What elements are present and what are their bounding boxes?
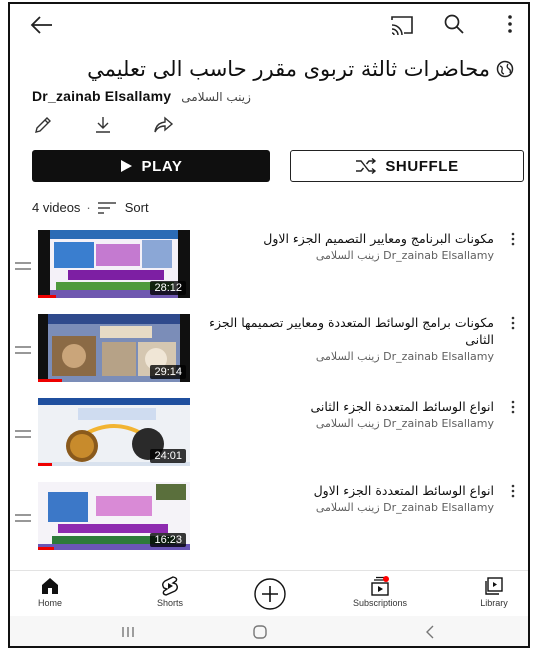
- drag-handle-icon[interactable]: [14, 512, 32, 524]
- video-channel: زينب السلامى Dr_zainab Elsallamy: [315, 350, 494, 363]
- sort-icon: [97, 201, 116, 214]
- nav-shorts-label: Shorts: [156, 598, 183, 608]
- video-thumbnail[interactable]: 24:01: [38, 398, 190, 466]
- video-title: انواع الوسائط المتعددة الجزء الثانى: [310, 399, 494, 414]
- video-count: 4 videos: [32, 200, 81, 215]
- back-system-icon[interactable]: [420, 622, 440, 642]
- shorts-icon: [162, 576, 178, 596]
- nav-library-label: Library: [480, 598, 508, 608]
- separator-dot: ·: [86, 200, 91, 215]
- home-icon: [42, 578, 58, 594]
- shuffle-label: SHUFFLE: [385, 157, 459, 175]
- search-icon[interactable]: [442, 12, 466, 36]
- playlist-title-row: محاضرات ثالثة تربوى مقرر حاسب الى تعليمي: [14, 56, 514, 82]
- top-bar: [10, 4, 528, 46]
- watch-progress-bar: [38, 547, 54, 550]
- nav-subscriptions-label: Subscriptions: [352, 598, 408, 608]
- drag-handle-icon[interactable]: [14, 428, 32, 440]
- sort-label: Sort: [124, 200, 149, 215]
- share-icon[interactable]: [152, 114, 174, 136]
- subscriptions-icon: [371, 576, 389, 596]
- video-channel: زينب السلامى Dr_zainab Elsallamy: [315, 249, 494, 262]
- video-list: 28:12 مكونات البرنامج ومعايير التصميم ال…: [10, 226, 528, 562]
- list-header: 4 videos · Sort: [32, 200, 149, 215]
- play-icon: [121, 160, 133, 172]
- video-thumbnail[interactable]: 28:12: [38, 230, 190, 298]
- play-all-button[interactable]: PLAY: [32, 150, 270, 182]
- video-item[interactable]: 28:12 مكونات البرنامج ومعايير التصميم ال…: [10, 226, 528, 310]
- nav-shorts[interactable]: Shorts: [120, 575, 220, 608]
- download-icon[interactable]: [92, 114, 114, 136]
- owner-name-en: Dr_zainab Elsallamy: [32, 88, 172, 104]
- public-globe-icon: [496, 60, 514, 78]
- shuffle-icon: [356, 158, 377, 174]
- library-icon: [485, 577, 503, 595]
- recent-apps-icon[interactable]: [118, 622, 138, 642]
- playlist-owner[interactable]: Dr_zainab Elsallamy زينب السلامى: [32, 88, 251, 104]
- video-duration: 28:12: [150, 281, 186, 295]
- nav-library[interactable]: Library: [444, 575, 528, 608]
- drag-handle-icon[interactable]: [14, 260, 32, 272]
- create-plus-icon: [254, 578, 286, 610]
- video-item[interactable]: 24:01 انواع الوسائط المتعددة الجزء الثان…: [10, 394, 528, 478]
- video-title: انواع الوسائط المتعددة الجزء الاول: [313, 483, 494, 498]
- video-duration: 29:14: [150, 365, 186, 379]
- video-duration: 16:23: [150, 533, 186, 547]
- home-system-icon[interactable]: [250, 622, 270, 642]
- app-frame: محاضرات ثالثة تربوى مقرر حاسب الى تعليمي…: [8, 2, 530, 648]
- video-meta: مكونات برامج الوسائط المتعددة ومعايير تص…: [206, 314, 494, 363]
- item-more-icon[interactable]: [510, 484, 516, 498]
- shuffle-button[interactable]: SHUFFLE: [290, 150, 524, 182]
- video-title: مكونات برامج الوسائط المتعددة ومعايير تص…: [209, 315, 494, 347]
- create-button[interactable]: [220, 575, 320, 611]
- video-duration: 24:01: [150, 449, 186, 463]
- nav-home-label: Home: [37, 598, 62, 608]
- video-item[interactable]: 29:14 مكونات برامج الوسائط المتعددة ومعا…: [10, 310, 528, 394]
- back-arrow-icon[interactable]: [28, 12, 56, 38]
- drag-handle-icon[interactable]: [14, 344, 32, 356]
- video-channel: زينب السلامى Dr_zainab Elsallamy: [315, 501, 494, 514]
- playlist-title: محاضرات ثالثة تربوى مقرر حاسب الى تعليمي: [87, 57, 490, 81]
- bottom-navigation: Home Shorts Subscriptions Library: [10, 570, 528, 616]
- watch-progress-bar: [38, 295, 56, 298]
- video-meta: مكونات البرنامج ومعايير التصميم الجزء ال…: [206, 230, 494, 262]
- cast-icon[interactable]: [390, 14, 414, 36]
- system-navigation-bar: [10, 616, 528, 646]
- video-thumbnail[interactable]: 29:14: [38, 314, 190, 382]
- nav-subscriptions[interactable]: Subscriptions: [330, 575, 430, 608]
- video-meta: انواع الوسائط المتعددة الجزء الاول زينب …: [206, 482, 494, 514]
- watch-progress-bar: [38, 379, 62, 382]
- video-channel: زينب السلامى Dr_zainab Elsallamy: [315, 417, 494, 430]
- item-more-icon[interactable]: [510, 316, 516, 330]
- play-label: PLAY: [141, 157, 183, 175]
- nav-home[interactable]: Home: [10, 575, 100, 608]
- item-more-icon[interactable]: [510, 400, 516, 414]
- video-title: مكونات البرنامج ومعايير التصميم الجزء ال…: [263, 231, 494, 246]
- item-more-icon[interactable]: [510, 232, 516, 246]
- more-vert-icon[interactable]: [504, 12, 516, 36]
- edit-pencil-icon[interactable]: [32, 114, 54, 136]
- video-item[interactable]: 16:23 انواع الوسائط المتعددة الجزء الاول…: [10, 478, 528, 562]
- owner-name-ar: زينب السلامى: [181, 90, 251, 104]
- sort-button[interactable]: Sort: [97, 200, 149, 215]
- video-thumbnail[interactable]: 16:23: [38, 482, 190, 550]
- video-meta: انواع الوسائط المتعددة الجزء الثانى زينب…: [206, 398, 494, 430]
- watch-progress-bar: [38, 463, 52, 466]
